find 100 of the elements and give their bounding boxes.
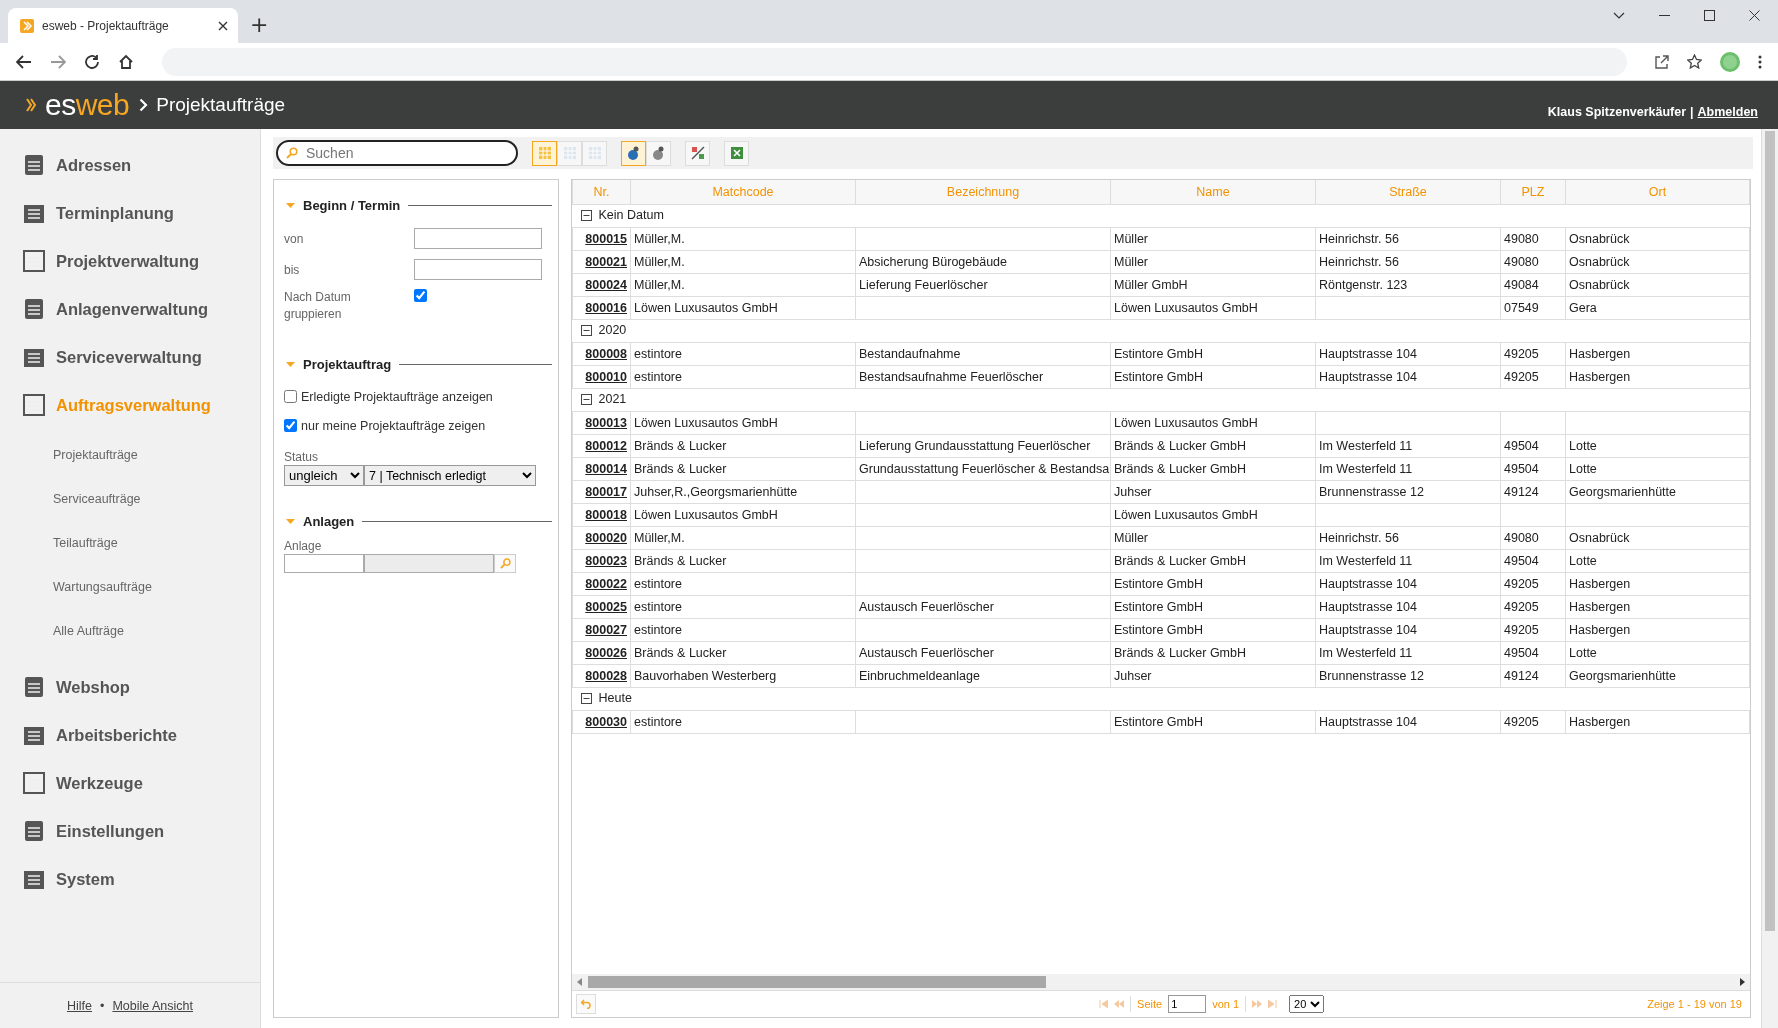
minimize-icon[interactable] [1659, 14, 1670, 17]
vertical-scrollbar[interactable] [1761, 129, 1778, 1028]
search-icon [499, 558, 511, 569]
table-cell: Estintore GmbH [1114, 577, 1203, 591]
page-size-select[interactable]: 20 [1289, 995, 1325, 1013]
table-cell: Bränds & Lucker GmbH [1114, 554, 1246, 568]
table-cell: Grundausstattung Feuerlöscher & Bestandsa [859, 462, 1110, 476]
logo-icon [20, 18, 34, 33]
browser-tab[interactable]: esweb - Projektaufträge [8, 8, 238, 43]
mobile-view-link[interactable]: Mobile Ansicht [112, 998, 193, 1013]
nav-item[interactable]: Webshop [0, 663, 260, 711]
table-cell: 49124 [1504, 669, 1539, 683]
nav-subitem[interactable]: Teilaufträge [0, 521, 260, 565]
nav-item[interactable]: System [0, 855, 260, 903]
scroll-right-icon[interactable] [1739, 978, 1745, 986]
table-cell: 49205 [1504, 715, 1539, 729]
table-cell: Georgsmarienhütte [1569, 669, 1676, 683]
profile-avatar-icon[interactable] [1720, 51, 1740, 72]
scroll-left-icon[interactable] [577, 978, 583, 986]
asset-id-field[interactable] [284, 554, 364, 573]
logo-icon [26, 97, 37, 113]
checkbox[interactable] [284, 419, 297, 432]
collapse-icon[interactable] [580, 324, 592, 336]
record-summary: Zeige 1 - 19 von 19 [1647, 998, 1743, 1010]
table-cell: Gera [1569, 301, 1597, 315]
table-cell: 49205 [1504, 370, 1539, 384]
menu-icon[interactable] [1758, 54, 1762, 69]
field-label: bis [284, 262, 301, 277]
percent-chart-button[interactable] [685, 140, 710, 166]
help-link[interactable]: Hilfe [67, 998, 92, 1013]
table-cell: Löwen Luxusautos GmbH [634, 301, 778, 315]
section-title: Projektauftrag [303, 357, 392, 372]
table-cell: Bränds & Lucker GmbH [1114, 439, 1246, 453]
collapse-icon[interactable] [580, 692, 592, 704]
user-name: Klaus Spitzenverkäufer [1547, 105, 1687, 119]
page-field[interactable]: 1 [1168, 995, 1207, 1013]
close-icon[interactable] [218, 20, 228, 31]
operator-select[interactable]: ungleich [284, 465, 364, 486]
table-cell: Estintore GmbH [1114, 600, 1203, 614]
table-cell: Müller GmbH [1114, 278, 1188, 292]
nav-subitem[interactable]: Alle Aufträge [0, 609, 260, 653]
table-cell: Hauptstrasse 104 [1319, 623, 1417, 637]
nav-subitem[interactable]: Wartungsaufträge [0, 565, 260, 609]
collapse-triangle-icon[interactable] [286, 517, 295, 526]
table-cell: Bränds & Lucker GmbH [1114, 646, 1246, 660]
close-icon[interactable] [1749, 10, 1760, 21]
table-cell: estintore [634, 623, 682, 637]
reload-icon[interactable] [84, 53, 100, 70]
group-label: 2021 [598, 392, 627, 407]
nav-item[interactable]: Terminplanung [0, 189, 260, 237]
collapse-triangle-icon[interactable] [286, 360, 295, 369]
nav-item[interactable]: Arbeitsberichte [0, 711, 260, 759]
nav-item[interactable]: Einstellungen [0, 807, 260, 855]
table-cell: Osnabrück [1569, 232, 1630, 246]
forward-icon[interactable] [50, 54, 66, 69]
date-field[interactable] [414, 228, 542, 249]
table-cell: 07549 [1504, 301, 1539, 315]
table-cell: Bränds & Lucker [634, 439, 727, 453]
checkbox-label: nur meine Projektaufträge zeigen [301, 418, 486, 433]
collapse-icon[interactable] [580, 393, 592, 405]
nav-item[interactable]: Projektverwaltung [0, 237, 260, 285]
search-input[interactable]: Suchen [304, 144, 488, 162]
collapse-icon[interactable] [580, 209, 592, 221]
date-field[interactable] [414, 259, 542, 280]
checkbox[interactable] [414, 289, 427, 302]
spreadsheet-export-button[interactable] [724, 140, 749, 166]
logo-text[interactable]: esweb [45, 88, 130, 122]
search-bar[interactable]: Suchen [276, 140, 518, 166]
nav-item[interactable]: Adressen [0, 141, 260, 189]
nav-item[interactable]: Serviceverwaltung [0, 333, 260, 381]
undo-button[interactable] [576, 994, 596, 1014]
back-icon[interactable] [16, 54, 32, 69]
table-cell: Lotte [1569, 462, 1597, 476]
lookup-button[interactable] [494, 554, 516, 573]
section-title: Beginn / Termin [303, 198, 401, 213]
star-icon[interactable] [1687, 54, 1702, 69]
logout-link[interactable]: Abmelden [1697, 105, 1758, 119]
table-cell: Hasbergen [1569, 347, 1631, 361]
collapse-triangle-icon[interactable] [286, 201, 295, 210]
chevron-down-icon[interactable] [1613, 11, 1625, 20]
table-cell: Hasbergen [1569, 623, 1631, 637]
table-cell: Osnabrück [1569, 255, 1630, 269]
share-icon[interactable] [1655, 54, 1669, 69]
table-cell: Löwen Luxusautos GmbH [634, 508, 778, 522]
table-cell: Hasbergen [1569, 600, 1631, 614]
field-label: Nach Datum gruppieren [284, 289, 352, 323]
table-cell: Müller [1114, 255, 1149, 269]
nav-item[interactable]: Anlagenverwaltung [0, 285, 260, 333]
nav-subitem[interactable]: Serviceaufträge [0, 477, 260, 521]
maximize-icon[interactable] [1704, 10, 1715, 21]
status-select[interactable]: 7 | Technisch erledigt [364, 465, 536, 486]
checkbox[interactable] [284, 390, 297, 403]
table-cell: Bränds & Lucker [634, 646, 727, 660]
percent-chart-icon [689, 145, 706, 161]
home-icon[interactable] [118, 53, 134, 70]
horizontal-scrollbar[interactable] [572, 974, 1750, 990]
new-tab-button[interactable]: + [246, 12, 273, 37]
nav-item[interactable]: Werkzeuge [0, 759, 260, 807]
nav-subitem[interactable]: Projektaufträge [0, 433, 260, 477]
table-cell: Einbruchmeldeanlage [859, 669, 980, 683]
